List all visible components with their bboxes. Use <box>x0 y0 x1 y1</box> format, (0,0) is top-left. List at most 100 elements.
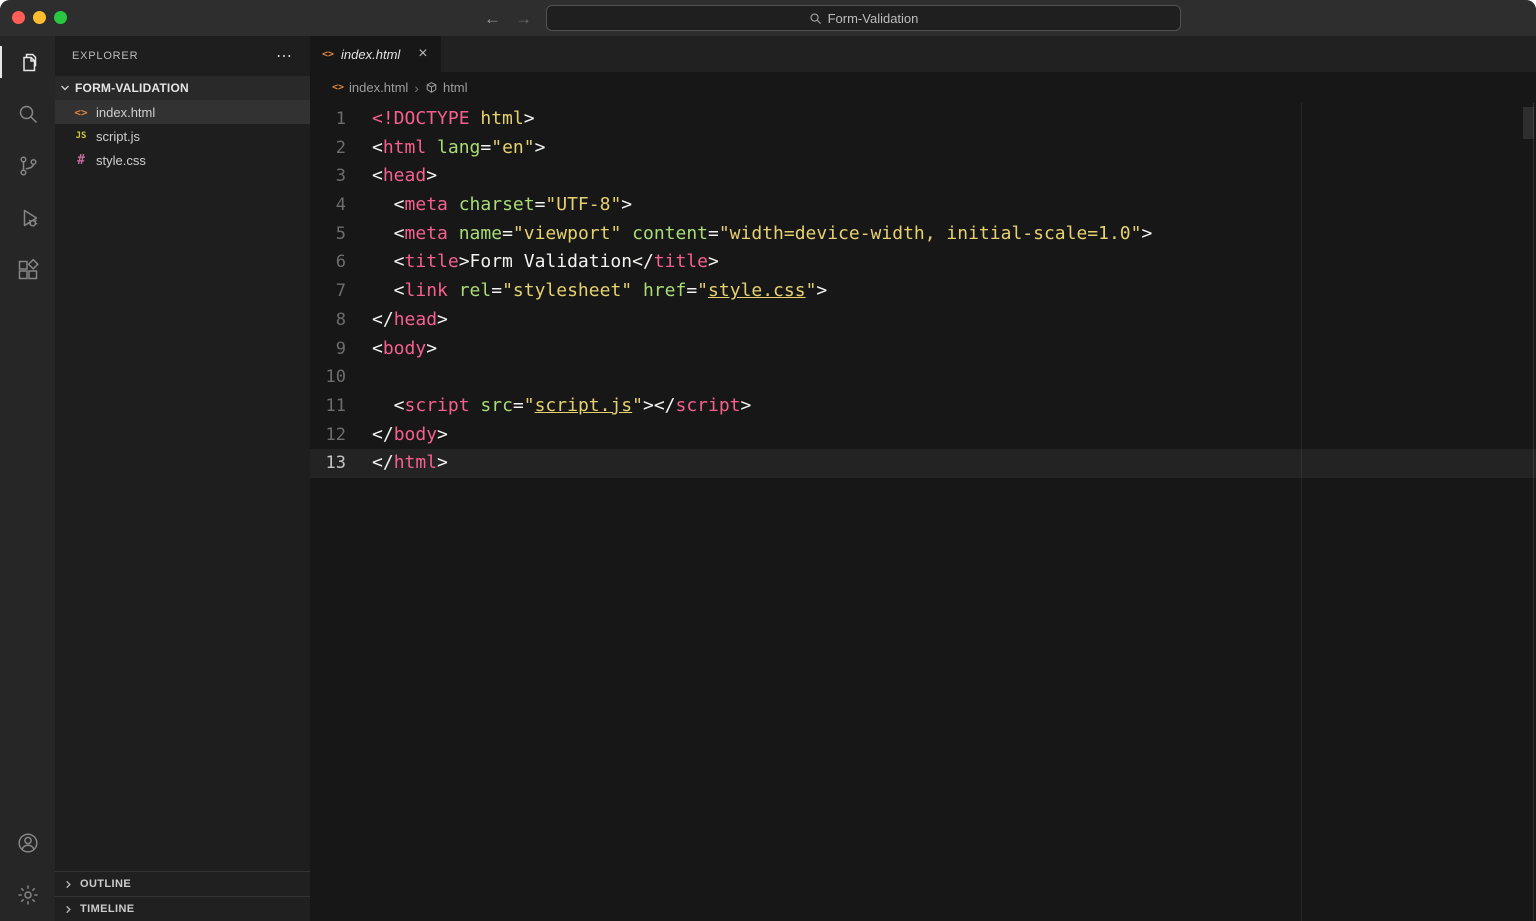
code-line-9[interactable]: 9<body> <box>310 335 1536 364</box>
line-number[interactable]: 4 <box>310 191 372 220</box>
symbol-cube-icon <box>425 81 438 94</box>
line-number[interactable]: 2 <box>310 134 372 163</box>
source-control-icon[interactable] <box>0 140 55 192</box>
explorer-sidebar: EXPLORER ⋯ FORM-VALIDATION <> index.html J… <box>55 36 310 921</box>
file-style.css[interactable]: # style.css <box>55 148 310 172</box>
line-content: <meta charset="UTF-8"> <box>372 194 632 215</box>
explorer-actions-button[interactable]: ⋯ <box>270 46 298 66</box>
back-button[interactable]: ← <box>484 10 501 27</box>
line-content: </body> <box>372 424 448 445</box>
tab-bar: <> index.html × <box>310 36 1536 72</box>
timeline-panel-header[interactable]: TIMELINE <box>55 896 310 921</box>
search-icon <box>809 12 822 25</box>
line-number[interactable]: 3 <box>310 162 372 191</box>
line-number[interactable]: 5 <box>310 220 372 249</box>
html-file-icon: <> <box>332 82 344 93</box>
file-name: script.js <box>96 129 140 144</box>
code-line-7[interactable]: 7 <link rel="stylesheet" href="style.css… <box>310 277 1536 306</box>
vscode-window: ← → Form-Validation EXPLORER ⋯ FORM-VALI… <box>0 0 1536 921</box>
line-content: <!DOCTYPE html> <box>372 108 535 129</box>
line-number[interactable]: 1 <box>310 105 372 134</box>
line-number[interactable]: 6 <box>310 248 372 277</box>
overview-ruler <box>1533 103 1534 921</box>
line-number[interactable]: 10 <box>310 363 372 392</box>
run-debug-icon[interactable] <box>0 192 55 244</box>
file-name: style.css <box>96 153 146 168</box>
line-content: <body> <box>372 338 437 359</box>
code-line-10[interactable]: 10 <box>310 363 1536 392</box>
tab-close-button[interactable]: × <box>415 45 430 63</box>
outline-panel-label: OUTLINE <box>80 878 131 890</box>
code-line-2[interactable]: 2<html lang="en"> <box>310 134 1536 163</box>
tab-label: index.html <box>341 47 400 62</box>
breadcrumb-symbol-item[interactable]: html <box>425 80 468 95</box>
traffic-lights <box>12 11 67 24</box>
breadcrumb-symbol-label: html <box>443 80 468 95</box>
chevron-right-icon <box>63 879 74 890</box>
html-file-icon: <> <box>322 49 334 60</box>
search-icon[interactable] <box>0 88 55 140</box>
code-line-11[interactable]: 11 <script src="script.js"></script> <box>310 392 1536 421</box>
code-line-3[interactable]: 3<head> <box>310 162 1536 191</box>
code-line-12[interactable]: 12</body> <box>310 421 1536 450</box>
chevron-right-icon <box>63 904 74 915</box>
code-line-8[interactable]: 8</head> <box>310 306 1536 335</box>
titlebar: ← → Form-Validation <box>0 0 1536 36</box>
code-line-1[interactable]: 1<!DOCTYPE html> <box>310 105 1536 134</box>
line-number[interactable]: 8 <box>310 306 372 335</box>
close-window-button[interactable] <box>12 11 25 24</box>
line-number[interactable]: 7 <box>310 277 372 306</box>
line-number[interactable]: 13 <box>310 449 372 478</box>
editor-scrollbar[interactable] <box>1523 107 1534 139</box>
code-line-13[interactable]: 13</html> <box>310 449 1536 478</box>
line-content: <link rel="stylesheet" href="style.css"> <box>372 280 827 301</box>
sidebar-panels: OUTLINE TIMELINE <box>55 871 310 921</box>
line-content: <script src="script.js"></script> <box>372 395 751 416</box>
code-line-4[interactable]: 4 <meta charset="UTF-8"> <box>310 191 1536 220</box>
root-folder-name: FORM-VALIDATION <box>75 81 189 95</box>
editor-group: <> index.html × <> index.html › html 1<!… <box>310 36 1536 921</box>
line-number[interactable]: 11 <box>310 392 372 421</box>
code-editor[interactable]: 1<!DOCTYPE html>2<html lang="en">3<head>… <box>310 103 1536 921</box>
html-file-icon: <> <box>73 106 89 119</box>
editor-ruler <box>1301 103 1302 921</box>
breadcrumb-separator: › <box>414 81 419 95</box>
file-script.js[interactable]: JSscript.js <box>55 124 310 148</box>
settings-icon[interactable] <box>0 869 55 921</box>
command-center-text: Form-Validation <box>828 11 919 26</box>
file-list: <> index.html JSscript.js # style.css <box>55 100 310 172</box>
line-content: </head> <box>372 309 448 330</box>
code-line-6[interactable]: 6 <title>Form Validation</title> <box>310 248 1536 277</box>
breadcrumb: <> index.html › html <box>310 72 1536 103</box>
command-center-search[interactable]: Form-Validation <box>546 5 1181 31</box>
line-number[interactable]: 12 <box>310 421 372 450</box>
explorer-title: EXPLORER <box>72 50 270 62</box>
extensions-icon[interactable] <box>0 244 55 296</box>
timeline-panel-label: TIMELINE <box>80 903 135 915</box>
zoom-window-button[interactable] <box>54 11 67 24</box>
activity-bar-bottom <box>0 817 55 921</box>
tab-index-html[interactable]: <> index.html × <box>310 36 441 72</box>
code-lines: 1<!DOCTYPE html>2<html lang="en">3<head>… <box>310 105 1536 478</box>
code-line-5[interactable]: 5 <meta name="viewport" content="width=d… <box>310 220 1536 249</box>
line-number[interactable]: 9 <box>310 335 372 364</box>
file-tree: FORM-VALIDATION <>index.htmlJSscript.js#… <box>55 76 310 871</box>
workbench: EXPLORER ⋯ FORM-VALIDATION <> index.html J… <box>0 36 1536 921</box>
line-content: </html> <box>372 452 448 473</box>
explorer-icon[interactable] <box>0 36 55 88</box>
activity-bar <box>0 36 55 921</box>
file-index.html[interactable]: <> index.html <box>55 100 310 124</box>
history-nav: ← → <box>484 0 532 36</box>
line-content: <meta name="viewport" content="width=dev… <box>372 223 1152 244</box>
css-file-icon: # <box>73 153 89 168</box>
minimize-window-button[interactable] <box>33 11 46 24</box>
root-folder-row[interactable]: FORM-VALIDATION <box>55 76 310 100</box>
breadcrumb-file-label: index.html <box>349 80 408 95</box>
outline-panel-header[interactable]: OUTLINE <box>55 871 310 896</box>
activity-bar-top <box>0 36 55 817</box>
accounts-icon[interactable] <box>0 817 55 869</box>
explorer-header: EXPLORER ⋯ <box>55 36 310 76</box>
file-name: index.html <box>96 105 155 120</box>
breadcrumb-file-item[interactable]: <> index.html <box>332 80 408 95</box>
forward-button[interactable]: → <box>515 10 532 27</box>
